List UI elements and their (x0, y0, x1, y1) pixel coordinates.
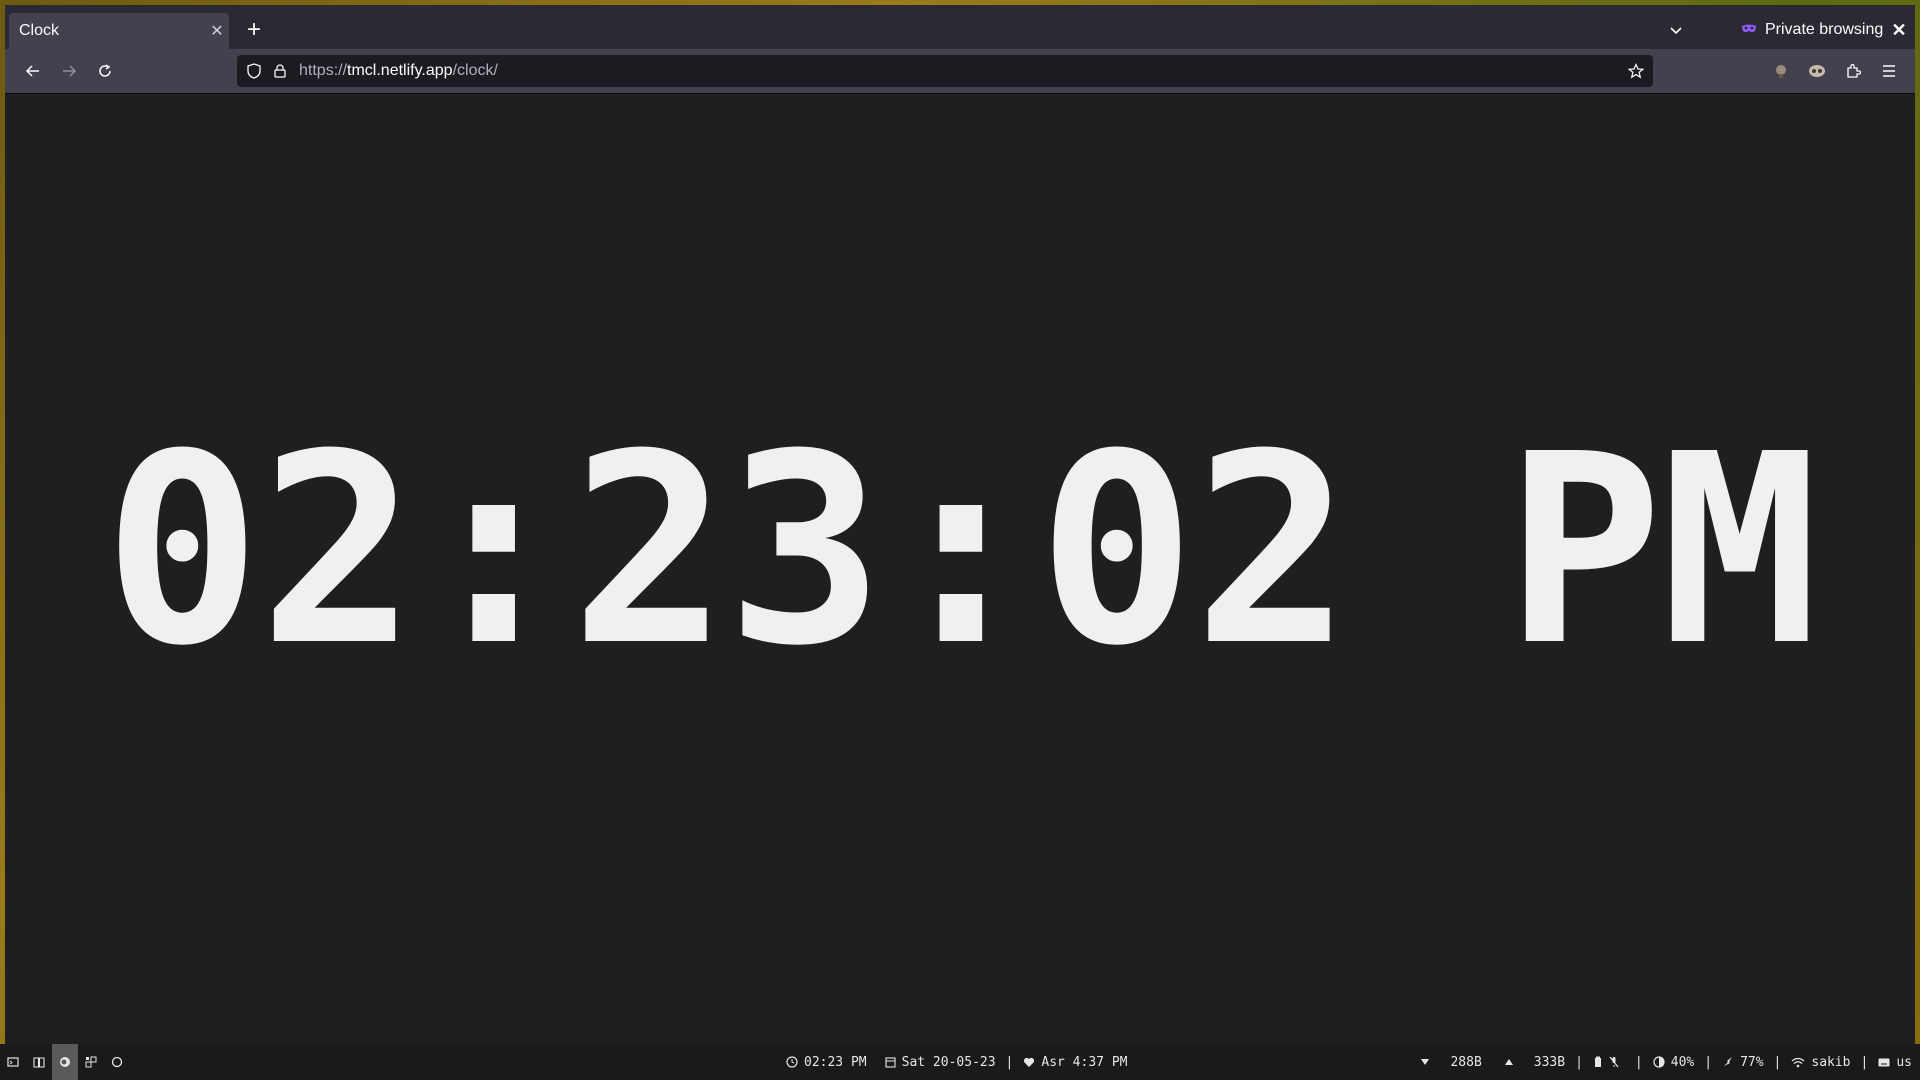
down-arrow-icon (1420, 1058, 1430, 1066)
separator: | (1704, 1054, 1713, 1070)
workspace-terminal-icon[interactable] (0, 1044, 26, 1080)
mic-muted-icon (1609, 1056, 1619, 1068)
wifi-icon (1791, 1057, 1805, 1068)
wifi-label: sakib (1811, 1054, 1851, 1070)
battery-charging-icon (1722, 1056, 1734, 1068)
net-down-module: 288B (1420, 1054, 1482, 1070)
time-label: 02:23 PM (804, 1054, 867, 1070)
nav-bar: https://tmcl.netlify.app/clock/ (5, 49, 1915, 94)
browser-window: Clock ✕ + Private browsing ✕ https://tmc… (5, 5, 1915, 1044)
clock-display: 02:23:02 PM (103, 398, 1818, 703)
back-arrow-icon[interactable] (17, 55, 49, 87)
battery-module[interactable]: 77% (1722, 1054, 1764, 1070)
clock-module[interactable]: 02:23 PM (786, 1055, 867, 1070)
speaker-muted-icon (1593, 1056, 1603, 1068)
window-close-icon[interactable]: ✕ (1887, 15, 1911, 45)
tab-clock[interactable]: Clock ✕ (9, 13, 229, 49)
private-browsing-label: Private browsing (1765, 21, 1884, 38)
date-label: Sat 20-05-23 (901, 1054, 996, 1070)
net-down-label: 288B (1450, 1054, 1482, 1070)
date-module[interactable]: Sat 20-05-23 (885, 1055, 996, 1070)
tab-close-icon[interactable]: ✕ (205, 21, 229, 41)
private-mask-icon (1741, 21, 1757, 39)
brightness-module[interactable]: 40% (1653, 1055, 1694, 1070)
wifi-module[interactable]: sakib (1791, 1054, 1851, 1070)
net-up-label: 333B (1533, 1054, 1566, 1070)
hamburger-menu-icon[interactable] (1871, 55, 1907, 87)
clock-icon (786, 1056, 798, 1068)
up-arrow-icon (1504, 1058, 1514, 1066)
url-text[interactable]: https://tmcl.netlify.app/clock/ (299, 62, 1619, 80)
status-right: 288B 333B | | 40% | 77% | sakib | us (1420, 1044, 1912, 1080)
extensions-puzzle-icon[interactable] (1835, 55, 1871, 87)
separator: | (1575, 1054, 1583, 1070)
workspace-book-icon[interactable] (26, 1044, 52, 1080)
keyboard-module[interactable]: us (1878, 1055, 1912, 1070)
url-host: tmcl.netlify.app (347, 62, 453, 79)
heart-icon (1023, 1057, 1035, 1068)
url-bar[interactable]: https://tmcl.netlify.app/clock/ (237, 55, 1653, 87)
bookmark-star-icon[interactable] (1619, 55, 1653, 87)
prayer-module[interactable]: Asr 4:37 PM (1023, 1055, 1127, 1070)
reload-icon[interactable] (89, 55, 121, 87)
separator: | (1005, 1054, 1014, 1070)
new-tab-icon[interactable]: + (239, 15, 269, 45)
net-up-module: 333B (1504, 1055, 1565, 1070)
workspace-browser-icon[interactable] (52, 1044, 78, 1080)
url-path: /clock/ (452, 62, 498, 79)
tab-title: Clock (19, 22, 60, 39)
prayer-label: Asr 4:37 PM (1041, 1054, 1128, 1070)
separator: | (1773, 1054, 1782, 1070)
url-scheme: https:// (299, 62, 348, 79)
battery-label: 77% (1740, 1054, 1764, 1070)
lock-icon[interactable] (267, 55, 293, 87)
calendar-icon (885, 1056, 896, 1068)
tab-bar: Clock ✕ + Private browsing ✕ (5, 5, 1915, 49)
taskbar: 02:23 PM Sat 20-05-23 | Asr 4:37 PM 288B (0, 1044, 1920, 1080)
chevron-down-icon[interactable] (1661, 15, 1691, 45)
workspace-circle-icon[interactable] (104, 1044, 130, 1080)
tracking-shield-icon[interactable] (241, 55, 267, 87)
keyboard-layout-label: us (1896, 1054, 1912, 1070)
brightness-label: 40% (1670, 1054, 1695, 1070)
status-center: 02:23 PM Sat 20-05-23 | Asr 4:37 PM (786, 1044, 1127, 1080)
audio-module[interactable] (1593, 1056, 1625, 1068)
extension-ublock-icon[interactable] (1763, 55, 1799, 87)
private-browsing-indicator: Private browsing (1741, 15, 1883, 45)
separator: | (1860, 1054, 1869, 1070)
workspace-grid-icon[interactable] (78, 1044, 104, 1080)
separator: | (1634, 1054, 1643, 1070)
brightness-icon (1653, 1056, 1665, 1068)
workspace-list (0, 1044, 130, 1080)
toolbar-right (1763, 55, 1907, 87)
forward-arrow-icon[interactable] (53, 55, 85, 87)
keyboard-icon (1878, 1058, 1890, 1067)
page-content: 02:23:02 PM (5, 94, 1915, 1044)
extension-mask-icon[interactable] (1799, 55, 1835, 87)
